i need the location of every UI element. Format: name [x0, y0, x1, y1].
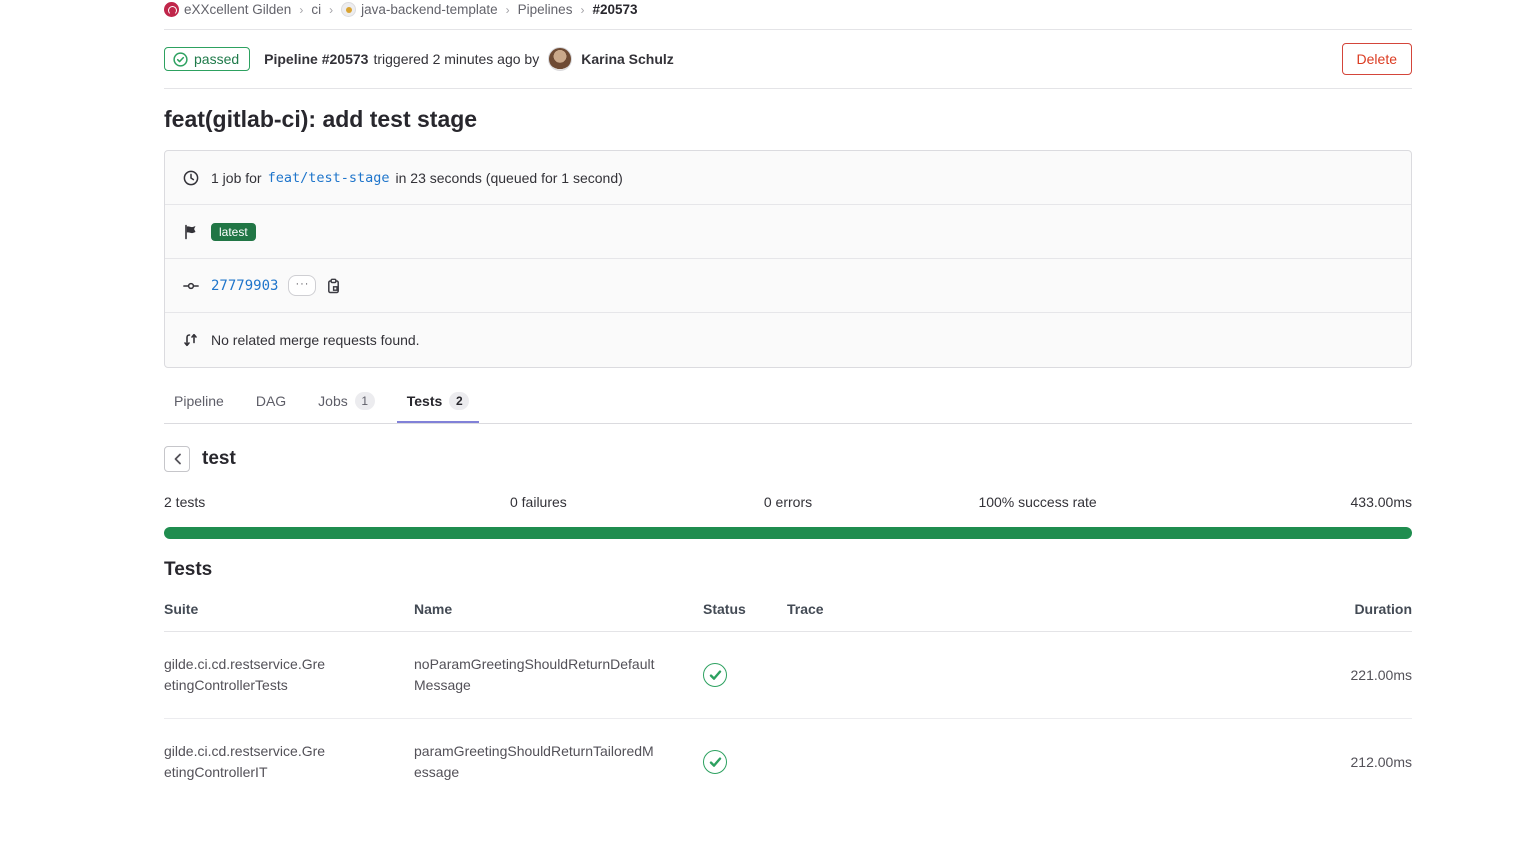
- col-header-suite: Suite: [164, 591, 414, 631]
- compare-arrows-icon: [183, 332, 199, 348]
- suite-header: test: [164, 446, 1412, 472]
- commit-sha-link[interactable]: 27779903: [211, 278, 278, 294]
- commit-title: feat(gitlab-ci): add test stage: [164, 106, 1412, 133]
- test-row: gilde.ci.cd.restservice.GreetingControll…: [164, 632, 1412, 719]
- test-trace-cell: [787, 740, 1292, 784]
- tab-tests-count-badge: 2: [449, 392, 469, 410]
- tab-dag-label: DAG: [256, 393, 286, 409]
- test-summary: 2 tests 0 failures 0 errors 100% success…: [164, 494, 1412, 510]
- summary-failures: 0 failures: [414, 494, 664, 510]
- project-avatar-icon: [341, 2, 356, 17]
- breadcrumb-subgroup-link[interactable]: ci: [311, 2, 321, 17]
- tab-jobs[interactable]: Jobs 1: [308, 382, 385, 423]
- pipeline-id-label: Pipeline #20573: [264, 51, 368, 67]
- tab-dag[interactable]: DAG: [246, 382, 296, 423]
- test-duration-cell: 221.00ms: [1292, 645, 1412, 705]
- latest-badge: latest: [211, 223, 256, 241]
- breadcrumb-project-link[interactable]: java-backend-template: [341, 2, 498, 17]
- clock-icon: [183, 170, 199, 186]
- test-suite-cell: gilde.ci.cd.restservice.GreetingControll…: [164, 632, 332, 718]
- test-duration-cell: 212.00ms: [1292, 732, 1412, 792]
- col-header-name: Name: [414, 591, 703, 631]
- pipeline-status-badge[interactable]: passed: [164, 47, 250, 71]
- commit-icon: [183, 278, 199, 294]
- chevron-left-icon: [173, 453, 182, 465]
- summary-duration: 433.00ms: [1162, 494, 1412, 510]
- tests-section-heading: Tests: [164, 559, 1412, 581]
- test-passed-icon: [703, 663, 727, 687]
- status-badge-label: passed: [194, 51, 239, 67]
- summary-errors: 0 errors: [663, 494, 913, 510]
- tab-tests[interactable]: Tests 2: [397, 382, 480, 423]
- merge-requests-row: No related merge requests found.: [165, 313, 1411, 367]
- test-name-cell: noParamGreetingShouldReturnDefaultMessag…: [414, 632, 659, 718]
- col-header-trace: Trace: [787, 591, 1292, 631]
- breadcrumb: eXXcellent Gilden › ci › java-backend-te…: [164, 0, 1412, 17]
- breadcrumb-separator: ›: [329, 3, 333, 17]
- flag-icon: [183, 224, 199, 240]
- pipeline-tabs: Pipeline DAG Jobs 1 Tests 2: [164, 382, 1412, 424]
- breadcrumb-pipeline-id: #20573: [592, 2, 637, 17]
- author-avatar[interactable]: [548, 47, 572, 71]
- test-row: gilde.ci.cd.restservice.GreetingControll…: [164, 719, 1412, 805]
- tests-table: Suite Name Status Trace Duration gilde.c…: [164, 591, 1412, 805]
- job-duration-text: in 23 seconds (queued for 1 second): [396, 170, 623, 186]
- breadcrumb-separator: ›: [299, 3, 303, 17]
- no-merge-requests-text: No related merge requests found.: [211, 332, 420, 348]
- col-header-status: Status: [703, 591, 787, 631]
- tests-table-header: Suite Name Status Trace Duration: [164, 591, 1412, 632]
- check-circle-icon: [173, 52, 188, 67]
- triggered-text: triggered 2 minutes ago by: [373, 51, 539, 67]
- tab-jobs-label: Jobs: [318, 393, 348, 409]
- summary-total-tests: 2 tests: [164, 494, 414, 510]
- tab-tests-label: Tests: [407, 393, 443, 409]
- test-name-cell: paramGreetingShouldReturnTailoredMessage: [414, 719, 659, 805]
- breadcrumb-group-link[interactable]: eXXcellent Gilden: [164, 2, 291, 17]
- test-suite-cell: gilde.ci.cd.restservice.GreetingControll…: [164, 719, 332, 805]
- breadcrumb-separator: ›: [580, 3, 584, 17]
- tab-pipeline-label: Pipeline: [174, 393, 224, 409]
- delete-pipeline-button[interactable]: Delete: [1342, 43, 1412, 75]
- job-count-text: 1 job for: [211, 170, 262, 186]
- breadcrumb-project-label: java-backend-template: [361, 2, 498, 17]
- group-avatar-icon: [164, 2, 179, 17]
- commit-row: 27779903 ···: [165, 259, 1411, 313]
- breadcrumb-group-label: eXXcellent Gilden: [184, 2, 291, 17]
- pipeline-status-row: passed Pipeline #20573 triggered 2 minut…: [164, 30, 1412, 89]
- author-name-link[interactable]: Karina Schulz: [581, 51, 674, 67]
- tab-pipeline[interactable]: Pipeline: [164, 382, 234, 423]
- pipeline-info-card: 1 job for feat/test-stage in 23 seconds …: [164, 150, 1412, 368]
- copy-sha-button[interactable]: [326, 278, 341, 294]
- test-trace-cell: [787, 653, 1292, 697]
- summary-success-rate: 100% success rate: [913, 494, 1163, 510]
- breadcrumb-separator: ›: [506, 3, 510, 17]
- breadcrumb-subgroup-label: ci: [311, 2, 321, 17]
- ref-link[interactable]: feat/test-stage: [268, 170, 390, 186]
- back-button[interactable]: [164, 446, 190, 472]
- latest-badge-row: latest: [165, 205, 1411, 259]
- success-progress-bar: [164, 527, 1412, 539]
- tab-jobs-count-badge: 1: [355, 392, 375, 410]
- col-header-duration: Duration: [1292, 591, 1412, 631]
- test-passed-icon: [703, 750, 727, 774]
- expand-commit-button[interactable]: ···: [288, 275, 316, 296]
- job-summary-row: 1 job for feat/test-stage in 23 seconds …: [165, 151, 1411, 205]
- breadcrumb-pipelines-link[interactable]: Pipelines: [518, 2, 573, 17]
- clipboard-icon: [326, 278, 341, 294]
- suite-name: test: [202, 448, 236, 470]
- breadcrumb-pipelines-label: Pipelines: [518, 2, 573, 17]
